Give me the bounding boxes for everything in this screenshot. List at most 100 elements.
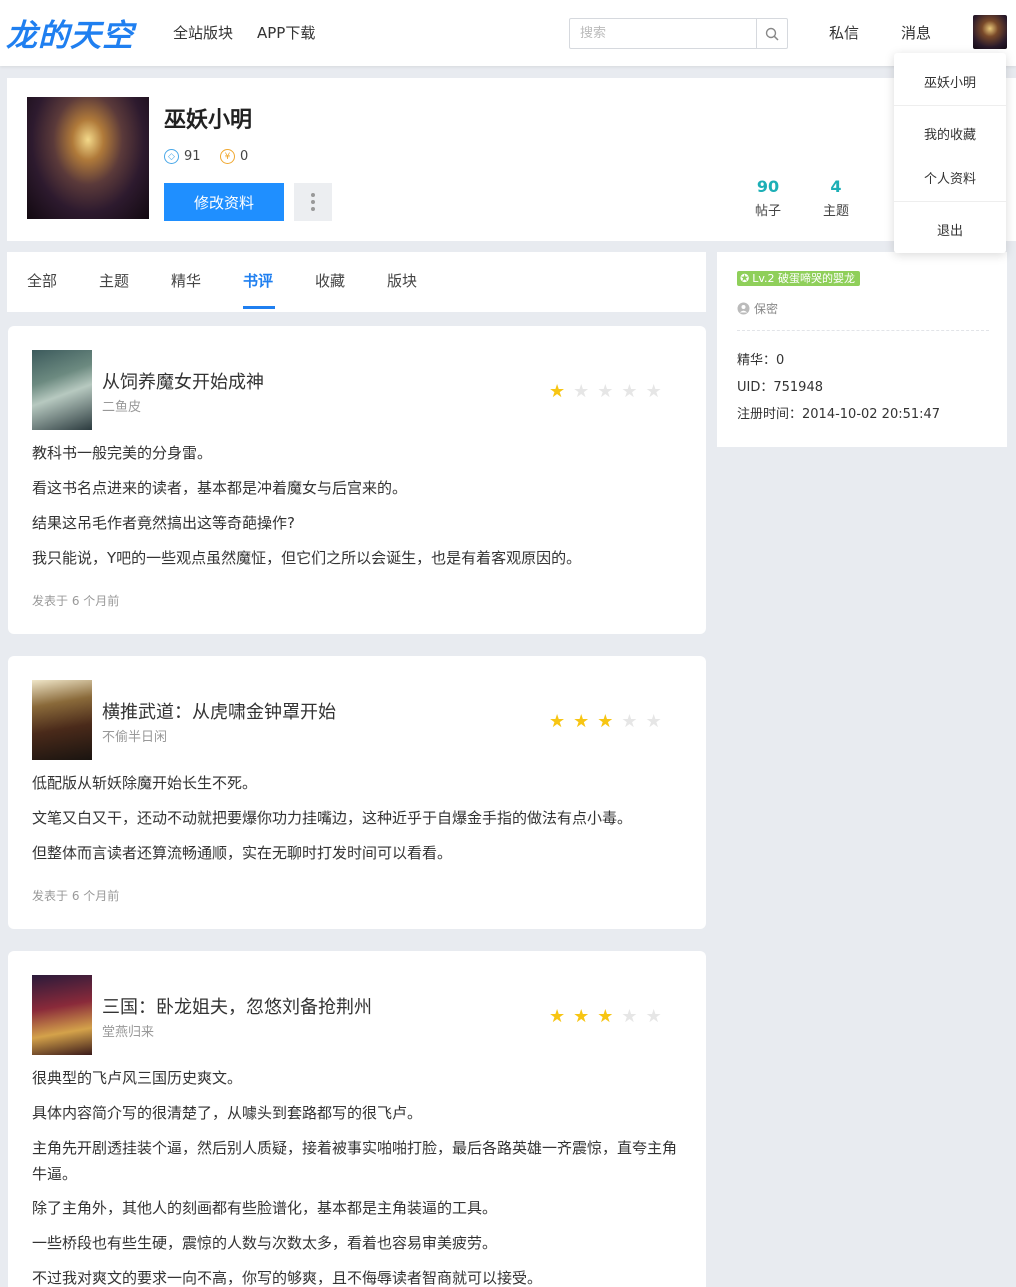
profile-header: 巫妖小明 ◇ 91 ¥ 0 修改资料 90 帖子 4 主题 — [7, 78, 1016, 241]
post-count-number: 90 — [756, 177, 780, 196]
diamond-icon: ◇ — [164, 149, 179, 164]
rating-stars: ★ ★ ★ ★ ★ — [549, 1008, 662, 1026]
gender-text: 保密 — [754, 302, 779, 316]
book-cover[interactable] — [32, 350, 92, 430]
edit-profile-button[interactable]: 修改资料 — [164, 183, 284, 221]
star-icon: ★ — [645, 711, 662, 732]
nav-private-message[interactable]: 私信 — [829, 22, 859, 43]
gender-info: 保密 — [737, 300, 778, 317]
tab-featured[interactable]: 精华 — [171, 270, 201, 291]
search-button[interactable] — [756, 19, 787, 48]
nav-app-download[interactable]: APP下载 — [257, 22, 315, 43]
register-time: 注册时间：2014-10-02 20:51:47 — [737, 407, 941, 422]
profile-tabs: 全部 主题 精华 书评 收藏 版块 — [7, 252, 706, 312]
review-text: 不过我对爽文的要求一向不高，你写的够爽，且不侮辱读者智商就可以接受。 — [32, 1269, 543, 1287]
diamond-value: 91 — [184, 149, 201, 164]
star-icon: ★ — [573, 1006, 590, 1027]
tab-book-reviews[interactable]: 书评 — [243, 270, 273, 291]
star-icon: ★ — [549, 1006, 566, 1027]
level-icon: ✪ — [740, 272, 750, 285]
dropdown-divider — [894, 105, 1006, 106]
topic-count[interactable]: 4 主题 — [806, 177, 866, 219]
gender-icon — [737, 302, 750, 315]
coin-icon: ¥ — [220, 149, 235, 164]
search-box — [569, 18, 788, 49]
active-tab-indicator — [243, 306, 275, 309]
review-text: 主角先开剧透挂装个逼，然后别人质疑，接着被事实啪啪打脸，最后各路英雄一齐震惊，直… — [32, 1139, 678, 1183]
post-count-label: 帖子 — [754, 204, 781, 219]
review-text: 具体内容简介写的很清楚了，从噱头到套路都写的很飞卢。 — [32, 1104, 423, 1122]
star-icon: ★ — [645, 381, 662, 402]
review-text: 结果这吊毛作者竟然搞出这等奇葩操作? — [32, 514, 295, 532]
divider — [737, 330, 989, 331]
review-text: 我只能说，Y吧的一些观点虽然魔怔，但它们之所以会诞生，也是有着客观原因的。 — [32, 549, 582, 567]
star-icon: ★ — [597, 1006, 614, 1027]
site-logo[interactable]: 龙的天空 — [6, 10, 134, 55]
user-avatar-menu[interactable] — [973, 15, 1007, 49]
star-icon: ★ — [621, 381, 638, 402]
topic-count-number: 4 — [830, 177, 842, 196]
topic-count-label: 主题 — [822, 204, 849, 219]
post-time: 发表于 6 个月前 — [32, 889, 120, 903]
user-dropdown-menu: 巫妖小明 我的收藏 个人资料 退出 — [894, 53, 1006, 253]
review-text: 看这书名点进来的读者，基本都是冲着魔女与后宫来的。 — [32, 479, 408, 497]
tab-all[interactable]: 全部 — [27, 270, 57, 291]
star-icon: ★ — [621, 1006, 638, 1027]
star-icon: ★ — [573, 381, 590, 402]
dropdown-profile[interactable]: 个人资料 — [894, 168, 1006, 187]
review-text: 除了主角外，其他人的刻画都有些脸谱化，基本都是主角装逼的工具。 — [32, 1199, 498, 1217]
book-cover[interactable] — [32, 975, 92, 1055]
review-text: 低配版从斩妖除魔开始长生不死。 — [32, 774, 258, 792]
book-cover[interactable] — [32, 680, 92, 760]
tab-topics[interactable]: 主题 — [99, 270, 129, 291]
star-icon: ★ — [597, 711, 614, 732]
book-title[interactable]: 三国：卧龙姐夫，忽悠刘备抢荆州 — [102, 993, 372, 1019]
review-card: 横推武道：从虎啸金钟罩开始 不偷半日闲 ★ ★ ★ ★ ★ 低配版从斩妖除魔开始长生不死… — [8, 656, 706, 929]
top-navbar: 龙的天空 全站版块 APP下载 私信 消息 — [0, 0, 1016, 66]
book-author[interactable]: 不偷半日闲 — [102, 726, 167, 745]
star-icon: ★ — [621, 711, 638, 732]
review-card: 三国：卧龙姐夫，忽悠刘备抢荆州 堂燕归来 ★ ★ ★ ★ ★ 很典型的飞卢风三国历史爽文… — [8, 951, 706, 1287]
dropdown-my-favorites[interactable]: 我的收藏 — [894, 124, 1006, 143]
book-title[interactable]: 从饲养魔女开始成神 — [102, 368, 264, 394]
level-badge: ✪ Lv.2 破蛋啼哭的婴龙 — [737, 271, 860, 286]
review-text: 文笔又白又干，还动不动就把要爆你功力挂嘴边，这种近乎于自爆金手指的做法有点小毒。 — [32, 809, 633, 827]
book-title[interactable]: 横推武道：从虎啸金钟罩开始 — [102, 698, 336, 724]
book-author[interactable]: 堂燕归来 — [102, 1021, 154, 1040]
nav-all-boards[interactable]: 全站版块 — [173, 22, 233, 43]
review-text: 教科书一般完美的分身雷。 — [32, 444, 213, 462]
level-text: Lv.2 破蛋啼哭的婴龙 — [752, 272, 855, 285]
review-text: 一些桥段也有些生硬，震惊的人数与次数太多，看着也容易审美疲劳。 — [32, 1234, 498, 1252]
search-input[interactable] — [570, 19, 756, 48]
coin-value: 0 — [240, 149, 249, 164]
user-uid: UID：751948 — [737, 380, 823, 395]
profile-name: 巫妖小明 — [164, 108, 253, 133]
dropdown-username[interactable]: 巫妖小明 — [894, 72, 1006, 91]
tab-boards[interactable]: 版块 — [387, 270, 417, 291]
coin-stat: ¥ 0 — [220, 149, 248, 164]
star-icon: ★ — [549, 711, 566, 732]
star-icon: ★ — [645, 1006, 662, 1027]
review-text: 很典型的飞卢风三国历史爽文。 — [32, 1069, 243, 1087]
dropdown-divider — [894, 201, 1006, 202]
review-card: 从饲养魔女开始成神 二鱼皮 ★ ★ ★ ★ ★ 教科书一般完美的分身雷。 看这书名点进来… — [8, 326, 706, 634]
review-text: 但整体而言读者还算流畅通顺，实在无聊时打发时间可以看看。 — [32, 844, 453, 862]
diamond-stat: ◇ 91 — [164, 149, 201, 164]
star-icon: ★ — [597, 381, 614, 402]
post-time: 发表于 6 个月前 — [32, 594, 120, 608]
search-icon — [765, 27, 779, 41]
star-icon: ★ — [573, 711, 590, 732]
tab-favorites[interactable]: 收藏 — [315, 270, 345, 291]
post-count[interactable]: 90 帖子 — [738, 177, 798, 219]
dropdown-logout[interactable]: 退出 — [894, 220, 1006, 239]
nav-notifications[interactable]: 消息 — [901, 22, 931, 43]
user-info-panel: ✪ Lv.2 破蛋啼哭的婴龙 保密 精华：0 UID：751948 注册时间：2… — [717, 252, 1007, 447]
more-dots-icon — [311, 193, 315, 197]
more-options-button[interactable] — [294, 183, 332, 221]
featured-count: 精华：0 — [737, 353, 785, 368]
rating-stars: ★ ★ ★ ★ ★ — [549, 383, 662, 401]
rating-stars: ★ ★ ★ ★ ★ — [549, 713, 662, 731]
profile-avatar — [27, 97, 149, 219]
book-author[interactable]: 二鱼皮 — [102, 396, 141, 415]
star-icon: ★ — [549, 381, 566, 402]
